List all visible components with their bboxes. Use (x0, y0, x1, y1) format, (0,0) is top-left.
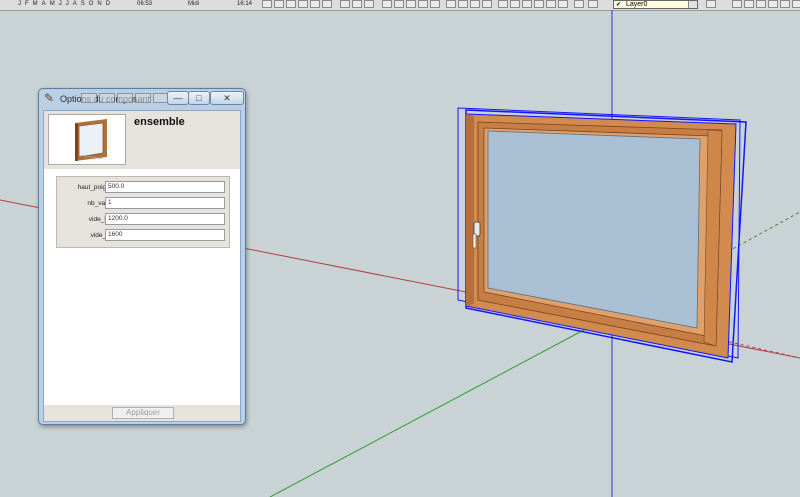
nb-vantail-input[interactable]: 1 (105, 197, 225, 209)
minimize-button[interactable]: — (167, 91, 189, 105)
attribute-row: vide_haut 1200.0 (57, 213, 229, 226)
ghost-icon (99, 93, 115, 103)
attribute-row: vide_larg 1600 (57, 229, 229, 242)
component-header: ensemble (44, 111, 240, 169)
attribute-row: nb_vantail 1 (57, 197, 229, 210)
green-axis (269, 314, 613, 497)
apply-button[interactable]: Appliquer (112, 407, 174, 419)
component-name: ensemble (134, 116, 185, 128)
component-options-icon: ✎ (44, 91, 55, 105)
dialog-content: ensemble haut_poignee 500.0 nb_vantail 1… (43, 110, 241, 422)
close-button[interactable]: ✕ (210, 91, 244, 105)
ghost-icon (135, 93, 151, 103)
haut-poignee-input[interactable]: 500.0 (105, 181, 225, 193)
dialog-titlebar[interactable]: ✎ Options du composant — □ ✕ (39, 89, 245, 109)
component-thumbnail (48, 114, 126, 165)
vide-haut-input[interactable]: 1200.0 (105, 213, 225, 225)
attributes-panel: haut_poignee 500.0 nb_vantail 1 vide_hau… (56, 176, 230, 248)
ghost-icon (81, 93, 97, 103)
window-thumbnail-icon (75, 119, 107, 161)
toolbar-ghost-icons (81, 93, 169, 103)
frame-side (466, 114, 474, 306)
maximize-button[interactable]: □ (188, 91, 210, 105)
dialog-footer: Appliquer (44, 405, 240, 421)
component-options-dialog: ✎ Options du composant — □ ✕ ensemble (38, 88, 246, 425)
window-component (457, 107, 747, 363)
vide-larg-input[interactable]: 1600 (105, 229, 225, 241)
window-handle-lever (472, 233, 477, 249)
ghost-icon (117, 93, 133, 103)
attribute-row: haut_poignee 500.0 (57, 181, 229, 194)
